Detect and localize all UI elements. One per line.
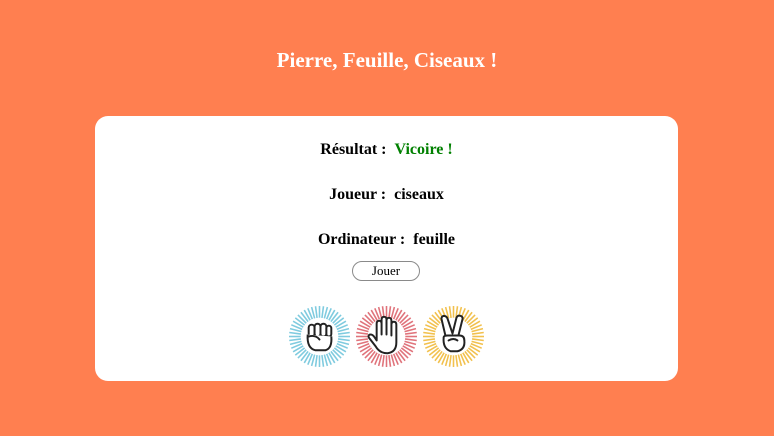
result-row: Résultat : Vicoire ! <box>95 141 678 159</box>
result-label: Résultat : <box>320 141 387 158</box>
player-label: Joueur : <box>329 186 387 203</box>
computer-row: Ordinateur : feuille <box>95 231 678 249</box>
result-value: Vicoire ! <box>394 141 453 158</box>
player-row: Joueur : ciseaux <box>95 186 678 204</box>
game-card: Résultat : Vicoire ! Joueur : ciseaux Ordi… <box>95 116 678 381</box>
paper-hand-icon <box>355 305 418 368</box>
scissors-hand-icon <box>422 305 485 368</box>
computer-choice-value: feuille <box>413 231 456 248</box>
computer-label: Ordinateur : <box>317 231 406 248</box>
choice-scissors[interactable] <box>422 305 485 368</box>
choice-paper[interactable] <box>355 305 418 368</box>
choice-rock[interactable] <box>288 305 351 368</box>
play-button[interactable]: Jouer <box>352 261 420 281</box>
page-title: Pierre, Feuille, Ciseaux ! <box>276 48 498 72</box>
player-choice-value: ciseaux <box>394 186 444 203</box>
choice-buttons <box>288 305 488 369</box>
rock-fist-icon <box>288 305 351 368</box>
